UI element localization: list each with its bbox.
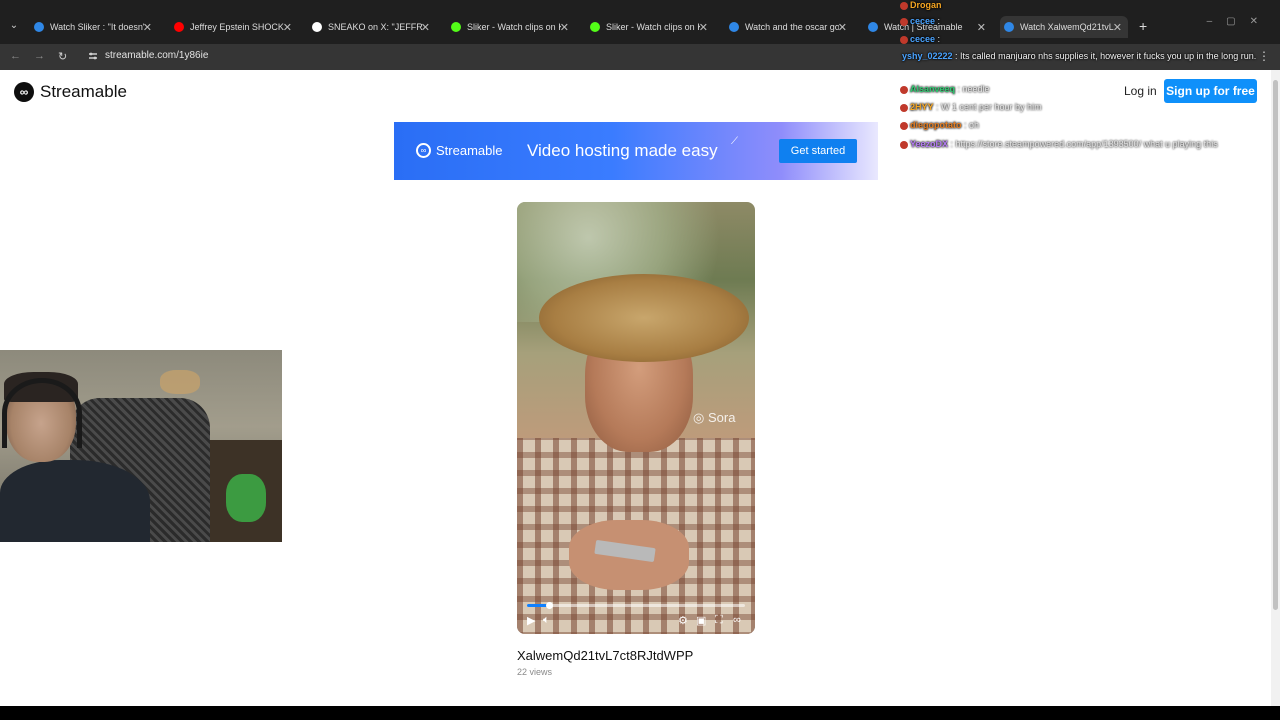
browser-tab[interactable]: SNEAKO on X: "JEFFREY E✕ <box>308 16 436 38</box>
fullscreen-icon[interactable]: ⛶ <box>715 614 723 627</box>
tab-favicon-icon <box>34 22 44 32</box>
tab-title: Jeffrey Epstein SHOCKING <box>190 22 284 32</box>
progress-handle[interactable] <box>545 602 553 609</box>
address-bar: ← → ↻ streamable.com/1y86ie ⋮ <box>0 44 1280 70</box>
video-frame-hat <box>539 274 749 362</box>
webcam-wall <box>160 370 200 394</box>
video-title: XalwemQd21tvL7ct8RJtdWPP <box>517 648 694 663</box>
ad-banner[interactable]: ∞ Streamable Video hosting made easy ⟋ G… <box>394 122 878 180</box>
browser-tab[interactable]: Watch Sliker : "It doesn't ✕ <box>30 16 158 38</box>
tab-favicon-icon <box>451 22 461 32</box>
tab-title: Sliker - Watch clips on Ki <box>606 22 700 32</box>
browser-tab[interactable]: Sliker - Watch clips on Ki ✕ <box>586 16 714 38</box>
tab-close-icon[interactable]: ✕ <box>1113 21 1122 34</box>
url-field[interactable]: streamable.com/1y86ie <box>105 50 208 61</box>
streamable-logo-icon: ∞ <box>14 82 34 102</box>
sora-watermark: ◎ Sora <box>693 410 736 425</box>
tab-favicon-icon <box>174 22 184 32</box>
settings-icon[interactable]: ⚙ <box>678 614 688 627</box>
volume-icon[interactable]: 🔈︎ <box>543 614 550 627</box>
tab-close-icon[interactable]: ✕ <box>421 21 430 34</box>
tab-close-icon[interactable]: ✕ <box>977 21 986 34</box>
tab-favicon-icon <box>590 22 600 32</box>
reload-icon[interactable]: ↻ <box>58 50 67 63</box>
bottom-border <box>0 706 1280 720</box>
tab-close-icon[interactable]: ✕ <box>560 21 569 34</box>
browser-tab[interactable]: Watch | Streamable ✕ <box>864 16 992 38</box>
signup-button[interactable]: Sign up for free <box>1164 79 1257 103</box>
tab-favicon-icon <box>868 22 878 32</box>
sparkle-icon: ⟋ <box>731 136 738 147</box>
browser-tab[interactable]: Sliker - Watch clips on Ki ✕ <box>447 16 575 38</box>
browser-tab[interactable]: Jeffrey Epstein SHOCKING✕ <box>170 16 298 38</box>
screen: ⌄ Watch Sliker : "It doesn't ✕ Jeffrey Eps… <box>0 0 1280 720</box>
tab-search-icon[interactable]: ⌄ <box>6 18 22 34</box>
tab-title: Watch Sliker : "It doesn't <box>50 22 144 32</box>
tab-title: Watch and the oscar goe <box>745 22 839 32</box>
tab-close-icon[interactable]: ✕ <box>143 21 152 34</box>
tab-title: Sliker - Watch clips on Ki <box>467 22 561 32</box>
webcam-person-body <box>0 460 150 542</box>
new-tab-button[interactable]: + <box>1139 18 1147 34</box>
tab-strip: ⌄ Watch Sliker : "It doesn't ✕ Jeffrey Eps… <box>0 0 1280 44</box>
tab-close-icon[interactable]: ✕ <box>699 21 708 34</box>
watermark-text: Sora <box>707 410 736 425</box>
browser-tab[interactable]: Watch XalwemQd21tvL7c ✕ <box>1000 16 1128 38</box>
video-views: 22 views <box>517 667 553 677</box>
picture-in-picture-icon[interactable]: ▣ <box>696 614 706 627</box>
tab-close-icon[interactable]: ✕ <box>838 21 847 34</box>
webcam-bag <box>226 474 266 522</box>
site-logo[interactable]: ∞ Streamable <box>14 82 127 102</box>
play-icon[interactable]: ▶ <box>527 614 535 627</box>
streamable-logo-icon[interactable]: ∞ <box>733 614 741 626</box>
browser-tab[interactable]: Watch and the oscar goe ✕ <box>725 16 853 38</box>
scrollbar-thumb[interactable] <box>1273 80 1278 610</box>
banner-logo: ∞ Streamable <box>416 143 502 158</box>
banner-brand: Streamable <box>436 143 503 158</box>
get-started-button[interactable]: Get started <box>779 139 857 163</box>
tab-favicon-icon <box>312 22 322 32</box>
tab-close-icon[interactable]: ✕ <box>283 21 292 34</box>
forward-icon[interactable]: → <box>34 50 45 62</box>
site-info-icon[interactable] <box>88 51 98 61</box>
video-player[interactable]: ◎ Sora ▶ 🔈︎ ⚙ ▣ ⛶ ∞ <box>517 202 755 634</box>
tab-favicon-icon <box>729 22 739 32</box>
tab-favicon-icon <box>1004 22 1014 32</box>
window-controls[interactable]: –▢✕ <box>1207 16 1272 27</box>
back-icon[interactable]: ← <box>10 50 21 62</box>
tab-title: SNEAKO on X: "JEFFREY E <box>328 22 422 32</box>
streamer-webcam <box>0 350 282 542</box>
streamable-logo-icon: ∞ <box>416 143 431 158</box>
login-link[interactable]: Log in <box>1124 84 1157 98</box>
page-scrollbar[interactable] <box>1271 70 1280 706</box>
headset-icon <box>2 378 82 448</box>
browser-menu-icon[interactable]: ⋮ <box>1258 49 1270 63</box>
tab-title: Watch | Streamable <box>884 22 963 32</box>
tab-title: Watch XalwemQd21tvL7c <box>1020 22 1114 32</box>
progress-bar[interactable] <box>527 602 745 609</box>
banner-tagline: Video hosting made easy <box>527 141 718 160</box>
site-brand: Streamable <box>40 82 127 101</box>
